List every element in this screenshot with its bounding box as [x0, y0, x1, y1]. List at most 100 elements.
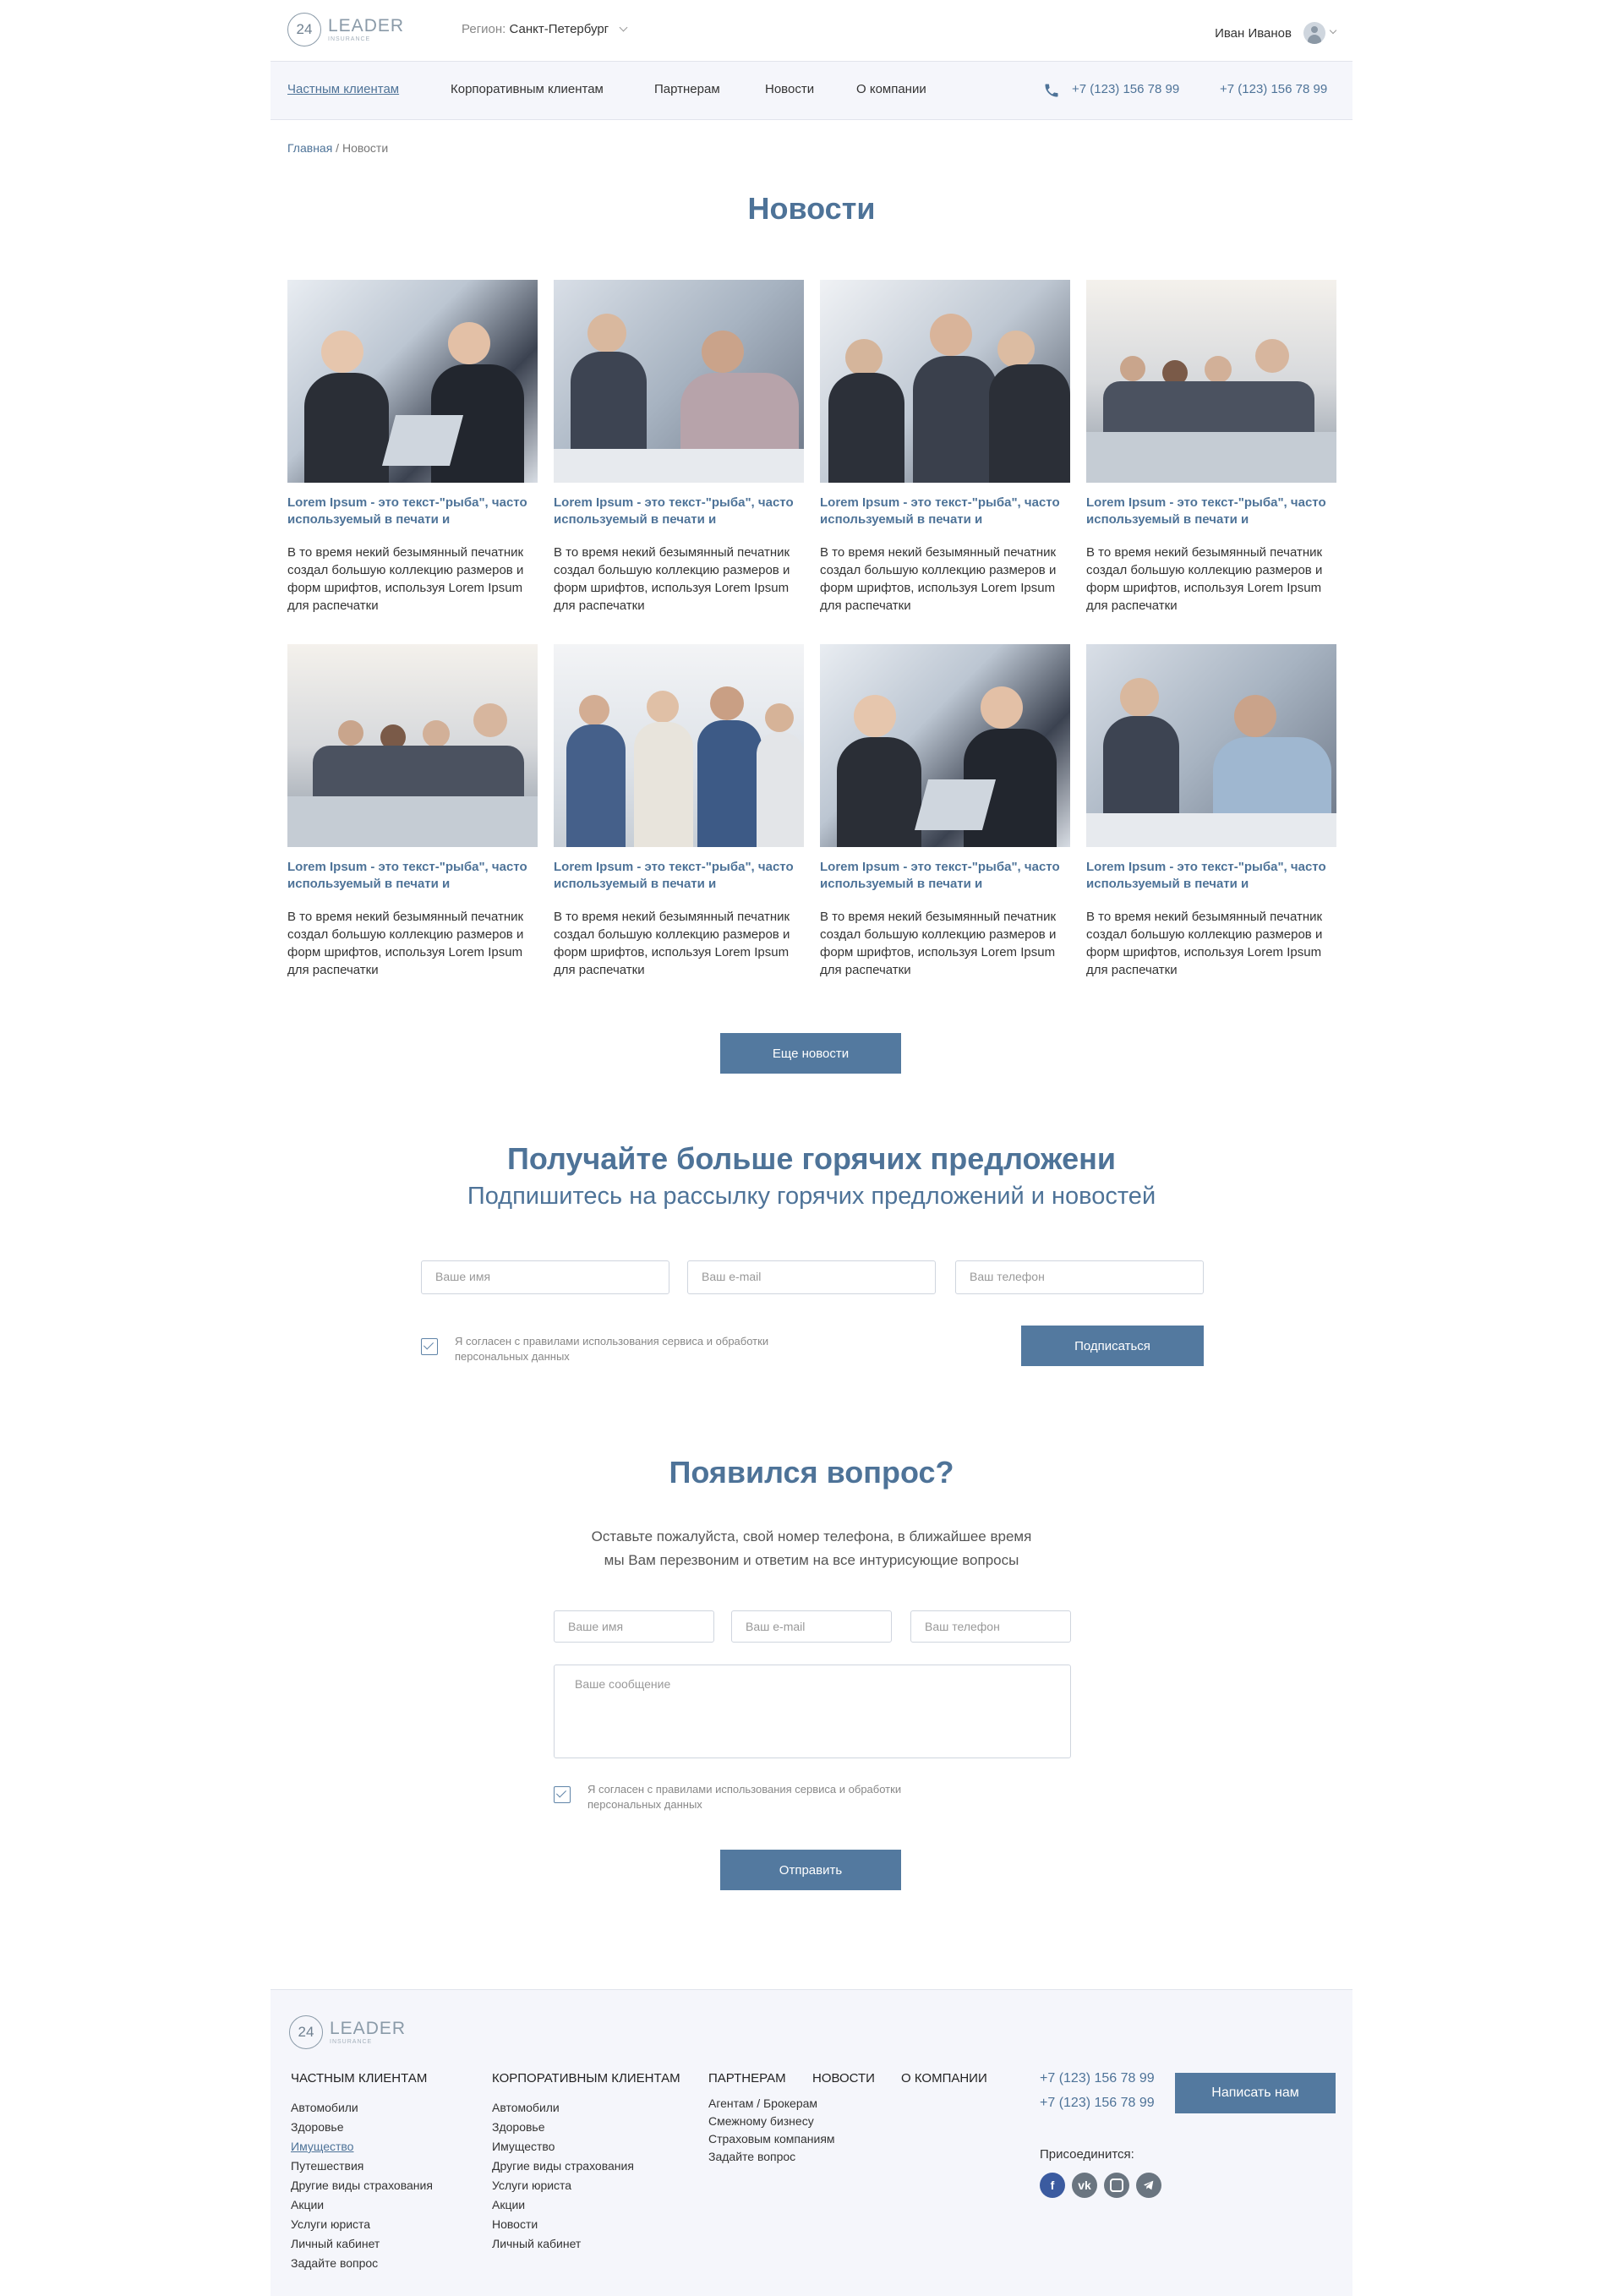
- news-image[interactable]: [287, 280, 538, 483]
- send-button[interactable]: Отправить: [720, 1850, 901, 1890]
- user-menu[interactable]: Иван Иванов: [1215, 22, 1337, 44]
- logo-mark: 24: [287, 13, 321, 46]
- question-name-input[interactable]: Ваше имя: [554, 1610, 714, 1643]
- news-text: В то время некий безымянный печатник соз…: [554, 910, 790, 977]
- news-card[interactable]: Lorem Ipsum - это текст-"рыба", часто ис…: [554, 280, 804, 615]
- breadcrumb: Главная / Новости: [287, 141, 388, 155]
- news-image[interactable]: [820, 644, 1070, 847]
- consent-line: персональных данных: [455, 1350, 570, 1363]
- news-image[interactable]: [554, 644, 804, 847]
- footer-link[interactable]: Новости: [492, 2215, 634, 2234]
- news-card[interactable]: Lorem Ipsum - это текст-"рыба", часто ис…: [287, 280, 538, 615]
- footer-link[interactable]: Задайте вопрос: [708, 2148, 835, 2166]
- news-text: В то время некий безымянный печатник соз…: [287, 545, 524, 613]
- header-phone-1[interactable]: +7 (123) 156 78 99: [1072, 82, 1179, 96]
- news-image[interactable]: [820, 280, 1070, 483]
- news-title[interactable]: Lorem Ipsum - это текст-"рыба", часто ис…: [554, 495, 804, 528]
- vk-icon[interactable]: vk: [1072, 2173, 1097, 2198]
- nav-item-partners[interactable]: Партнерам: [654, 82, 720, 96]
- footer-link[interactable]: Акции: [492, 2195, 634, 2215]
- footer-link[interactable]: Другие виды страхования: [492, 2157, 634, 2176]
- news-text: В то время некий безымянный печатник соз…: [1086, 545, 1323, 613]
- footer-link[interactable]: Личный кабинет: [291, 2234, 433, 2254]
- news-title[interactable]: Lorem Ipsum - это текст-"рыба", часто ис…: [820, 859, 1070, 893]
- more-news-button[interactable]: Еще новости: [720, 1033, 901, 1074]
- footer-link[interactable]: Здоровье: [492, 2118, 634, 2137]
- news-title[interactable]: Lorem Ipsum - это текст-"рыба", часто ис…: [1086, 495, 1336, 528]
- footer-link[interactable]: Имущество: [492, 2137, 634, 2157]
- footer-link-active[interactable]: Имущество: [291, 2137, 433, 2157]
- footer-logo[interactable]: 24 LEADER INSURANCE: [289, 2015, 406, 2049]
- news-text: В то время некий безымянный печатник соз…: [820, 545, 1057, 613]
- news-card[interactable]: Lorem Ipsum - это текст-"рыба", часто ис…: [554, 644, 804, 979]
- chevron-down-icon: [619, 23, 628, 32]
- nav-item-corporate-clients[interactable]: Корпоративным клиентам: [451, 82, 604, 96]
- news-image[interactable]: [287, 644, 538, 847]
- footer-phone-2[interactable]: +7 (123) 156 78 99: [1040, 2096, 1155, 2111]
- question-phone-input[interactable]: Ваш телефон: [910, 1610, 1071, 1643]
- region-value: Санкт-Петербург: [509, 22, 609, 36]
- news-title[interactable]: Lorem Ipsum - это текст-"рыба", часто ис…: [820, 495, 1070, 528]
- footer-link[interactable]: Автомобили: [492, 2098, 634, 2118]
- region-label: Регион:: [462, 22, 506, 36]
- region-selector[interactable]: Регион: Санкт-Петербург: [462, 22, 628, 36]
- footer-link[interactable]: Путешествия: [291, 2157, 433, 2176]
- footer-heading-private[interactable]: ЧАСТНЫМ КЛИЕНТАМ: [291, 2071, 427, 2086]
- header-phone-2[interactable]: +7 (123) 156 78 99: [1220, 82, 1327, 96]
- facebook-icon[interactable]: f: [1040, 2173, 1065, 2198]
- news-image[interactable]: [1086, 280, 1336, 483]
- instagram-icon[interactable]: [1104, 2173, 1129, 2198]
- news-card[interactable]: Lorem Ipsum - это текст-"рыба", часто ис…: [820, 644, 1070, 979]
- footer-link[interactable]: Агентам / Брокерам: [708, 2095, 835, 2113]
- footer-link[interactable]: Задайте вопрос: [291, 2254, 433, 2273]
- consent-line: персональных данных: [587, 1798, 702, 1811]
- footer-phone-1[interactable]: +7 (123) 156 78 99: [1040, 2071, 1155, 2086]
- subscribe-phone-input[interactable]: Ваш телефон: [955, 1260, 1204, 1294]
- breadcrumb-separator: /: [332, 141, 342, 155]
- news-title[interactable]: Lorem Ipsum - это текст-"рыба", часто ис…: [1086, 859, 1336, 893]
- page-title: Новости: [747, 191, 876, 226]
- news-card[interactable]: Lorem Ipsum - это текст-"рыба", часто ис…: [1086, 644, 1336, 979]
- question-email-input[interactable]: Ваш e-mail: [731, 1610, 892, 1643]
- nav-item-about[interactable]: О компании: [856, 82, 926, 96]
- footer-link[interactable]: Автомобили: [291, 2098, 433, 2118]
- telegram-icon[interactable]: [1136, 2173, 1161, 2198]
- user-name: Иван Иванов: [1215, 25, 1292, 41]
- news-title[interactable]: Lorem Ipsum - это текст-"рыба", часто ис…: [287, 495, 538, 528]
- footer-link[interactable]: Здоровье: [291, 2118, 433, 2137]
- footer-link[interactable]: Другие виды страхования: [291, 2176, 433, 2195]
- footer-link[interactable]: Услуги юриста: [492, 2176, 634, 2195]
- footer-list-corporate: Автомобили Здоровье Имущество Другие вид…: [492, 2098, 634, 2254]
- question-message-textarea[interactable]: Ваше сообщение: [554, 1665, 1071, 1758]
- nav-item-private-clients[interactable]: Частным клиентам: [287, 82, 399, 96]
- subscribe-name-input[interactable]: Ваше имя: [421, 1260, 669, 1294]
- news-title[interactable]: Lorem Ipsum - это текст-"рыба", часто ис…: [287, 859, 538, 893]
- news-card[interactable]: Lorem Ipsum - это текст-"рыба", часто ис…: [820, 280, 1070, 615]
- subscribe-consent-checkbox[interactable]: [421, 1338, 438, 1355]
- footer-heading-news[interactable]: НОВОСТИ: [812, 2071, 875, 2086]
- top-bar: 24 LEADER INSURANCE Регион: Санкт-Петерб…: [270, 0, 1352, 61]
- footer-link[interactable]: Смежному бизнесу: [708, 2113, 835, 2130]
- footer-link[interactable]: Акции: [291, 2195, 433, 2215]
- news-card[interactable]: Lorem Ipsum - это текст-"рыба", часто ис…: [1086, 280, 1336, 615]
- news-title[interactable]: Lorem Ipsum - это текст-"рыба", часто ис…: [554, 859, 804, 893]
- footer-list-partners: Агентам / Брокерам Смежному бизнесу Стра…: [708, 2095, 835, 2166]
- question-consent-checkbox[interactable]: [554, 1786, 571, 1803]
- subscribe-email-input[interactable]: Ваш e-mail: [687, 1260, 936, 1294]
- logo[interactable]: 24 LEADER INSURANCE: [287, 13, 404, 46]
- footer-heading-about[interactable]: О КОМПАНИИ: [901, 2071, 987, 2086]
- nav-item-news[interactable]: Новости: [765, 82, 814, 96]
- write-us-button[interactable]: Написать нам: [1175, 2073, 1336, 2113]
- footer-heading-corporate[interactable]: КОРПОРАТИВНЫМ КЛИЕНТАМ: [492, 2071, 680, 2086]
- footer-heading-partners[interactable]: ПАРТНЕРАМ: [708, 2071, 786, 2086]
- footer-link[interactable]: Услуги юриста: [291, 2215, 433, 2234]
- subscribe-button[interactable]: Подписаться: [1021, 1326, 1204, 1366]
- news-card[interactable]: Lorem Ipsum - это текст-"рыба", часто ис…: [287, 644, 538, 979]
- news-image[interactable]: [1086, 644, 1336, 847]
- footer-link[interactable]: Личный кабинет: [492, 2234, 634, 2254]
- subscribe-title: Получайте больше горячих предложени: [507, 1141, 1116, 1176]
- footer-link[interactable]: Страховым компаниям: [708, 2130, 835, 2148]
- news-image[interactable]: [554, 280, 804, 483]
- breadcrumb-home[interactable]: Главная: [287, 141, 332, 155]
- logo-word: LEADER: [330, 2019, 407, 2038]
